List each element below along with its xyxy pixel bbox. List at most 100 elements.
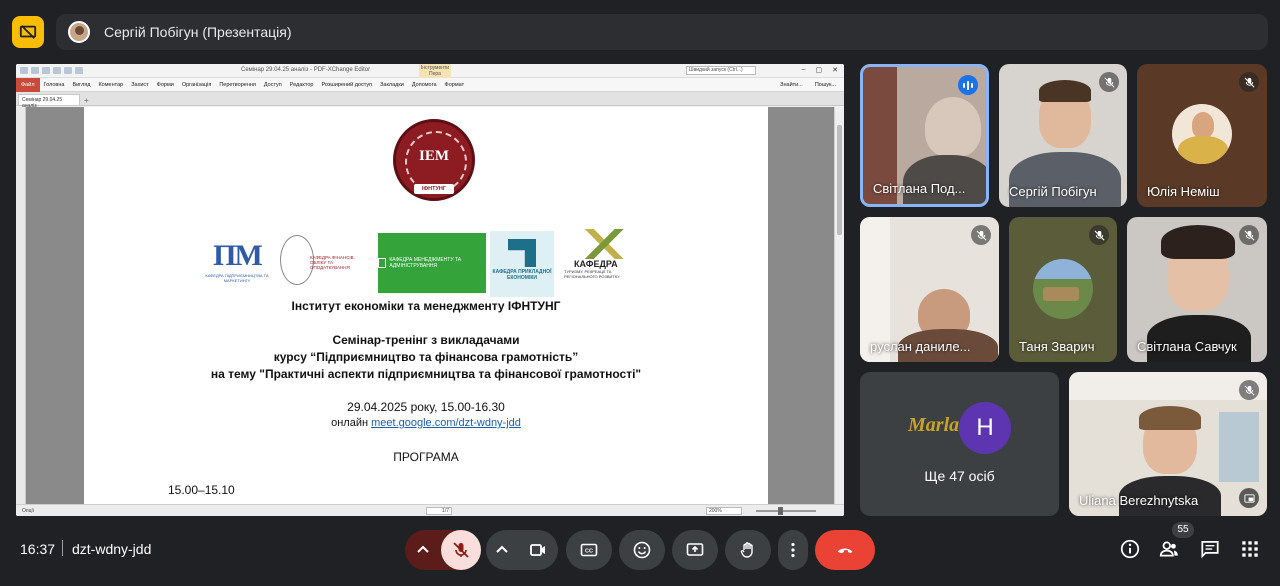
date-line: 29.04.2025 року, 15.00-16.30: [347, 400, 505, 414]
participant-avatar: [1172, 104, 1232, 164]
more-label: Ще 47 осіб: [924, 468, 995, 484]
audio-options-chevron-icon[interactable]: [405, 540, 441, 560]
more-vert-icon: [791, 542, 795, 558]
iem-seal-logo: IEM ІФНТУНГ: [393, 119, 475, 201]
finance-logo: КАФЕДРА ФІНАНСІВ, ОБЛІКУ ТА ОПОДАТКУВАНН…: [276, 231, 366, 291]
finance-logo-circle: [280, 235, 314, 285]
participant-hair: [1139, 406, 1201, 430]
ribbon-item: Головна: [43, 81, 65, 88]
tourism-caption: ТУРИЗМУ, РЕКРЕАЦІЇ ТА РЕГІОНАЛЬНОГО РОЗВ…: [564, 269, 620, 279]
camera-control-group: [486, 530, 558, 570]
ribbon-item: Розширений доступ: [321, 81, 373, 88]
ribbon-item: Доступ: [263, 81, 282, 88]
participant-name: Сергій Побігун: [1009, 184, 1097, 199]
window-buttons: – ▢ ✕: [801, 66, 838, 74]
camera-icon: [530, 544, 545, 556]
document-tab: Семінар 29.04.25 аналіз: [18, 94, 80, 109]
captions-icon: CC: [580, 543, 598, 557]
management-caption: КАФЕДРА МЕНЕДЖМЕНТУ ТА АДМІНІСТРУВАННЯ: [389, 257, 462, 269]
camera-button[interactable]: [518, 540, 558, 560]
participant-name: Юлія Неміш: [1147, 184, 1220, 199]
pim-caption: КАФЕДРА ПІДПРИЄМНИЦТВА ТА МАРКЕТИНГУ: [205, 273, 269, 283]
shared-screen: Семінар 29.04.25 аналіз - PDF-XChange Ed…: [16, 64, 844, 516]
more-options-button[interactable]: [778, 530, 808, 570]
meeting-link[interactable]: meet.google.com/dzt-wdny-jdd: [371, 417, 521, 429]
leave-call-button[interactable]: [815, 530, 875, 570]
mic-control-group: [405, 530, 481, 570]
muted-mic-icon: [1239, 225, 1259, 245]
raise-hand-button[interactable]: [725, 530, 771, 570]
participant-name: Світлана Под...: [873, 181, 966, 196]
ribbon-item: Вигляд: [72, 81, 91, 88]
viewer-statusbar: Опції 1/7 200%: [16, 504, 844, 516]
muted-mic-icon: [1089, 225, 1109, 245]
ribbon-search: Пошук...: [814, 81, 836, 88]
tool-tab: Інструменти Пера: [419, 64, 451, 78]
participant-name: руслан даниле...: [870, 339, 971, 354]
tourism-logo-roof: [560, 229, 644, 259]
end-call-icon: [837, 548, 853, 554]
participant-tile[interactable]: Світлана Савчук: [1127, 217, 1267, 362]
muted-mic-icon: [1239, 380, 1259, 400]
speaking-indicator-icon: [958, 75, 978, 95]
ribbon-item: Допомога: [411, 81, 437, 88]
meeting-code: dzt-wdny-jdd: [72, 541, 152, 557]
page-indicator: 1/7: [426, 507, 452, 515]
svg-text:CC: CC: [585, 549, 593, 555]
clock: 16:37: [20, 541, 56, 557]
meeting-info-icon[interactable]: [1119, 538, 1141, 565]
management-logo-mark: [378, 258, 387, 268]
participant-tile[interactable]: руслан даниле...: [860, 217, 999, 362]
presenter-avatar: [68, 21, 90, 43]
participant-tile[interactable]: Юлія Неміш: [1137, 64, 1267, 207]
reactions-button[interactable]: [619, 530, 665, 570]
chat-icon[interactable]: [1199, 538, 1221, 565]
online-line: онлайн meet.google.com/dzt-wdny-jdd: [84, 417, 768, 429]
participant-tile[interactable]: Сергій Побігун: [999, 64, 1127, 207]
seal-band: ІФНТУНГ: [414, 184, 454, 194]
more-background-text: Marla: [908, 414, 960, 436]
pip-icon[interactable]: [1239, 488, 1259, 508]
present-button[interactable]: [672, 530, 718, 570]
document-tabs: Семінар 29.04.25 аналіз +: [16, 92, 844, 109]
captions-button[interactable]: CC: [566, 530, 612, 570]
participant-tile[interactable]: Світлана Под...: [860, 64, 989, 207]
presenter-bar: Сергій Побігун (Презентація): [56, 14, 1268, 50]
document-viewer: IEM ІФНТУНГ ПМ КАФЕДРА ПІДПРИЄМНИЦТВА ТА…: [16, 107, 844, 504]
bottom-bar: 16:37 dzt-wdny-jdd CC 55: [0, 522, 1280, 586]
participant-tile[interactable]: Uliana Berezhnytska: [1069, 372, 1267, 516]
ribbon-find: Знайти...: [780, 81, 803, 88]
meet-window: Сергій Побігун (Презентація) Семінар 29.…: [0, 0, 1280, 586]
ribbon-item: Редактор: [289, 81, 314, 88]
pim-logo: ПМ КАФЕДРА ПІДПРИЄМНИЦТВА ТА МАРКЕТИНГУ: [202, 239, 272, 299]
participant-name: Таня Зварич: [1019, 339, 1095, 354]
participant-tile[interactable]: Таня Зварич: [1009, 217, 1117, 362]
tourism-name: КАФЕДРА: [574, 259, 618, 269]
window: [1219, 412, 1259, 482]
mic-off-button[interactable]: [441, 530, 481, 570]
scroll-thumb: [837, 125, 842, 235]
ribbon-file: Файл: [16, 77, 40, 92]
avatar-sky: [1033, 259, 1093, 279]
ribbon-item: Формат: [444, 81, 465, 88]
first-time-slot: 15.00–15.10: [168, 483, 235, 497]
participant-name: Світлана Савчук: [1137, 339, 1237, 354]
participant-hair: [1039, 80, 1091, 102]
ribbon-item: Закладки: [380, 81, 404, 88]
participant-hair: [1161, 225, 1235, 259]
window-title: Семінар 29.04.25 аналіз - PDF-XChange Ed…: [241, 67, 371, 73]
pim-mark: ПМ: [213, 239, 263, 272]
people-count-badge: 55: [1172, 522, 1194, 538]
seminar-line-3: на тему "Практичні аспекти підприємництв…: [210, 367, 642, 381]
people-icon[interactable]: [1158, 538, 1180, 565]
more-participants-tile[interactable]: Marla H Ще 47 осіб: [860, 372, 1059, 516]
video-options-chevron-icon[interactable]: [486, 540, 518, 560]
stop-presenting-icon[interactable]: [12, 16, 44, 48]
seminar-line-2: курсу “Підприємництво та фінансова грамо…: [273, 350, 579, 364]
ribbon-menu: Файл Головна Вигляд Коментар Захист Форм…: [16, 77, 844, 92]
activities-icon[interactable]: [1239, 538, 1261, 565]
tourism-logo: КАФЕДРА ТУРИЗМУ, РЕКРЕАЦІЇ ТА РЕГІОНАЛЬН…: [560, 229, 644, 299]
hand-icon: [740, 542, 753, 558]
avatar-body: [1178, 136, 1228, 164]
mic-off-icon: [453, 542, 469, 558]
